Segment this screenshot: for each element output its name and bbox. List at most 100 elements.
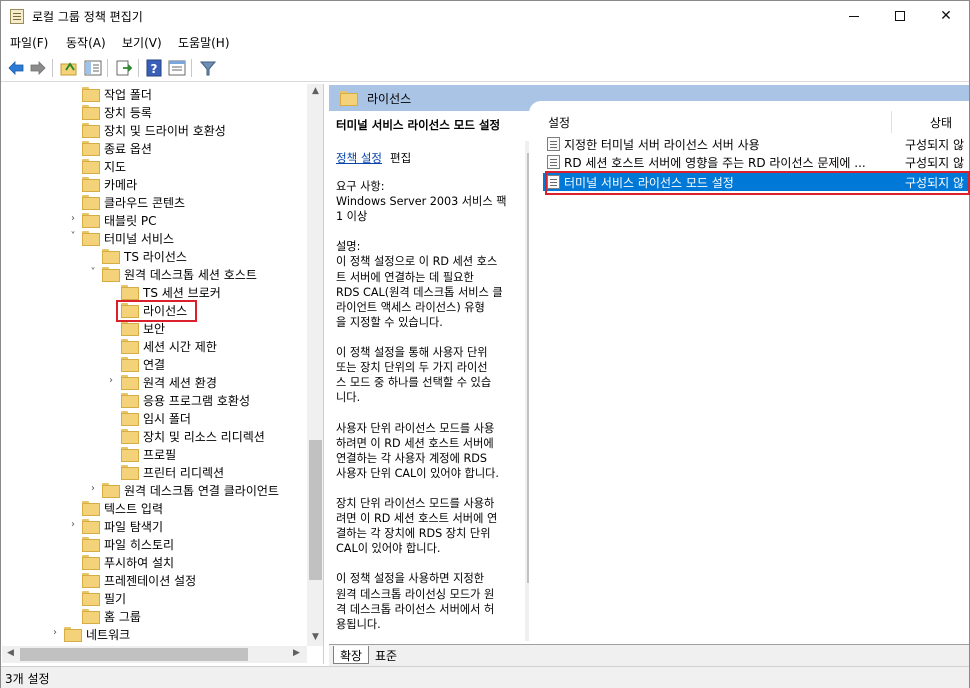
column-divider[interactable]: [891, 111, 892, 133]
tab-standard[interactable]: 표준: [369, 646, 403, 664]
properties-icon[interactable]: [167, 58, 187, 78]
maximize-button[interactable]: [877, 1, 923, 31]
close-button[interactable]: ✕: [923, 1, 969, 31]
tree-item-label: 원격 데스크톱 연결 클라이언트: [124, 484, 279, 498]
tree-expander-icon[interactable]: ›: [106, 375, 116, 387]
menu-action[interactable]: 동작(A): [66, 34, 106, 51]
tree-expander-icon[interactable]: [106, 393, 116, 405]
up-folder-icon[interactable]: [59, 58, 79, 78]
tab-extended[interactable]: 확장: [333, 646, 370, 664]
tree-hscroll-thumb[interactable]: [20, 648, 248, 661]
scroll-down-icon[interactable]: ▼: [307, 632, 323, 642]
tree-expander-icon[interactable]: [68, 591, 78, 603]
export-list-icon[interactable]: [114, 58, 134, 78]
tree-expander-icon[interactable]: ›: [50, 627, 60, 639]
tree-item[interactable]: 프로필: [2, 445, 307, 463]
tree-item[interactable]: 장치 및 드라이버 호환성: [2, 121, 307, 139]
scroll-right-icon[interactable]: ▶: [288, 648, 305, 658]
tree-item[interactable]: 작업 폴더: [2, 85, 307, 103]
minimize-button[interactable]: [831, 1, 877, 31]
tree-item[interactable]: 파일 히스토리: [2, 535, 307, 553]
tree-item[interactable]: ˅ 터미널 서비스: [2, 229, 307, 247]
tree-expander-icon[interactable]: [106, 465, 116, 477]
tree-item[interactable]: › 원격 세션 환경: [2, 373, 307, 391]
tree-expander-icon[interactable]: [106, 429, 116, 441]
back-icon[interactable]: [6, 58, 26, 78]
tree-item-label: 터미널 서비스: [104, 232, 175, 246]
tree-item[interactable]: 장치 및 리소스 리디렉션: [2, 427, 307, 445]
tree-expander-icon[interactable]: [68, 537, 78, 549]
tree-item[interactable]: 카메라: [2, 175, 307, 193]
tree-item-label: 지도: [104, 160, 127, 174]
tree-item[interactable]: 프린터 리디렉션: [2, 463, 307, 481]
list-item[interactable]: 지정한 터미널 서버 라이선스 서버 사용 구성되지 않: [543, 135, 969, 153]
maximize-icon: [895, 11, 905, 21]
tree-item[interactable]: › 네트워크: [2, 625, 307, 643]
tree-expander-icon[interactable]: [68, 177, 78, 189]
tree-item[interactable]: › 원격 데스크톱 연결 클라이언트: [2, 481, 307, 499]
tree-item[interactable]: › 파일 탐색기: [2, 517, 307, 535]
tree-item[interactable]: 푸시하여 설치: [2, 553, 307, 571]
policy-setting-link[interactable]: 정책 설정: [336, 150, 382, 166]
filter-icon[interactable]: [198, 58, 218, 78]
menu-help[interactable]: 도움말(H): [178, 34, 230, 51]
tree-expander-icon[interactable]: ˅: [68, 231, 78, 243]
tree-item[interactable]: 임시 폴더: [2, 409, 307, 427]
tree-item[interactable]: › 태블릿 PC: [2, 211, 307, 229]
tree-item[interactable]: ˅ 원격 데스크톱 세션 호스트: [2, 265, 307, 283]
column-header-setting[interactable]: 설정: [548, 114, 570, 131]
tree-item[interactable]: 필기: [2, 589, 307, 607]
list-item[interactable]: RD 세션 호스트 서버에 영향을 주는 RD 라이선스 문제에 ... 구성되…: [543, 153, 969, 171]
tree-item-label: 프레젠테이션 설정: [104, 574, 197, 588]
menu-file[interactable]: 파일(F): [10, 34, 48, 51]
scroll-up-icon[interactable]: ▲: [307, 86, 323, 96]
tree-item[interactable]: 응용 프로그램 호환성: [2, 391, 307, 409]
tree-item[interactable]: 텍스트 입력: [2, 499, 307, 517]
tree-expander-icon[interactable]: ›: [68, 213, 78, 225]
tree-expander-icon[interactable]: [68, 609, 78, 621]
tree-item[interactable]: 세션 시간 제한: [2, 337, 307, 355]
tree-horizontal-scrollbar[interactable]: ◀ ▶: [2, 646, 307, 663]
tree-expander-icon[interactable]: [88, 249, 98, 261]
tree-item[interactable]: 장치 등록: [2, 103, 307, 121]
tree-item-label: 장치 및 리소스 리디렉션: [143, 430, 265, 444]
tree-expander-icon[interactable]: [68, 87, 78, 99]
tree-expander-icon[interactable]: [68, 501, 78, 513]
column-header-state[interactable]: 상태: [930, 114, 952, 131]
tree-vertical-scrollbar[interactable]: ▲ ▼: [307, 84, 323, 646]
tree-item[interactable]: 종료 옵션: [2, 139, 307, 157]
tree-expander-icon[interactable]: [68, 105, 78, 117]
tree-expander-icon[interactable]: [106, 303, 116, 315]
tree-expander-icon[interactable]: ›: [88, 483, 98, 495]
show-hide-tree-icon[interactable]: [83, 58, 103, 78]
folder-icon: [121, 321, 139, 336]
scroll-left-icon[interactable]: ◀: [2, 648, 19, 658]
tree-item[interactable]: 클라우드 콘텐츠: [2, 193, 307, 211]
tree-expander-icon[interactable]: [106, 447, 116, 459]
folder-icon: [82, 195, 100, 210]
tree-expander-icon[interactable]: [68, 555, 78, 567]
tree-item[interactable]: 지도: [2, 157, 307, 175]
tree-expander-icon[interactable]: [106, 411, 116, 423]
tree-expander-icon[interactable]: [68, 141, 78, 153]
tree-expander-icon[interactable]: [106, 285, 116, 297]
tree-item[interactable]: 프레젠테이션 설정: [2, 571, 307, 589]
tree-scroll-thumb[interactable]: [309, 440, 322, 580]
help-icon[interactable]: ?: [144, 58, 164, 78]
menu-view[interactable]: 보기(V): [122, 34, 162, 51]
tree-expander-icon[interactable]: [68, 123, 78, 135]
tree-item[interactable]: 홈 그룹: [2, 607, 307, 625]
tree-item[interactable]: TS 세션 브로커: [2, 283, 307, 301]
forward-icon[interactable]: [28, 58, 48, 78]
tree-item-label: 카메라: [104, 178, 138, 192]
tree-expander-icon[interactable]: [68, 573, 78, 585]
tree-expander-icon[interactable]: [106, 339, 116, 351]
tree-expander-icon[interactable]: ˅: [88, 267, 98, 279]
tree-item[interactable]: TS 라이선스: [2, 247, 307, 265]
tree-expander-icon[interactable]: [68, 159, 78, 171]
tree-expander-icon[interactable]: [68, 195, 78, 207]
tree-item[interactable]: 연결: [2, 355, 307, 373]
tree-expander-icon[interactable]: [106, 357, 116, 369]
tree-expander-icon[interactable]: ›: [68, 519, 78, 531]
tree-expander-icon[interactable]: [106, 321, 116, 333]
